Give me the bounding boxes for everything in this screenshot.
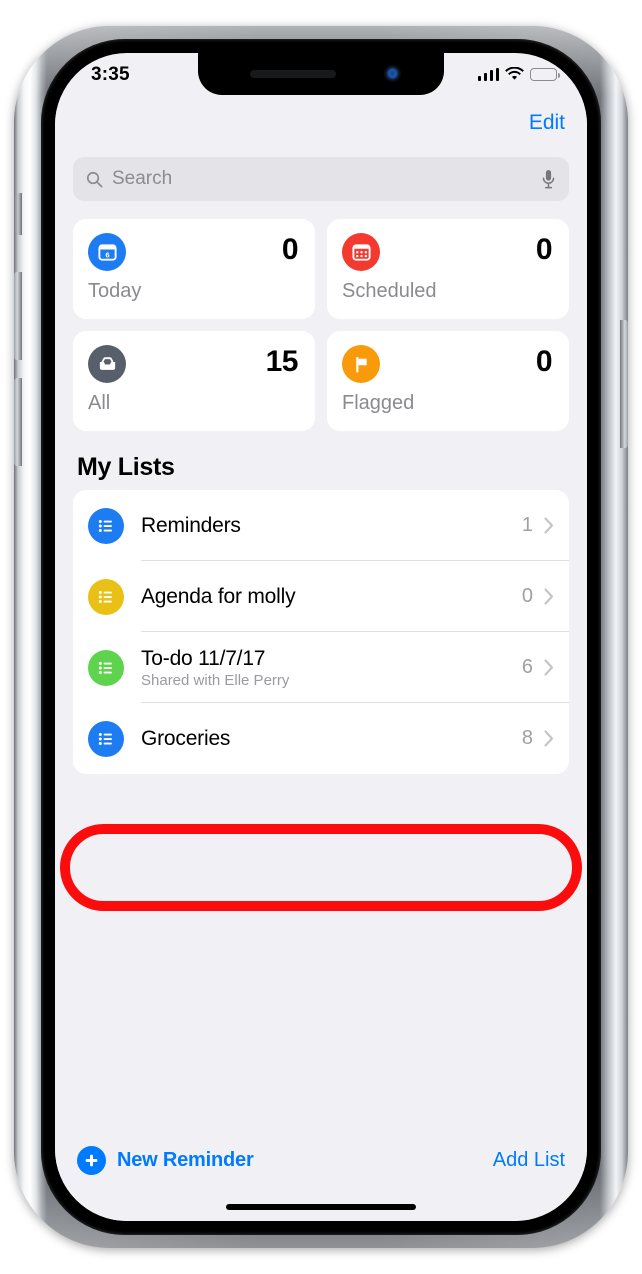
smart-card-count: 15 xyxy=(265,345,299,378)
reminders-app: Edit Search 6 0 Today 0 Scheduled 15 All… xyxy=(55,95,587,1221)
list-item-name: Reminders xyxy=(141,513,241,537)
list-item-count: 6 xyxy=(521,656,533,678)
list-item-reminders[interactable]: Reminders 1 xyxy=(73,490,569,561)
list-item-count: 8 xyxy=(521,727,533,749)
bottom-toolbar: New Reminder Add List xyxy=(55,1137,587,1183)
inbox-tray-icon xyxy=(88,345,126,383)
smart-card-count: 0 xyxy=(535,345,553,378)
smart-card-label: All xyxy=(88,392,111,414)
phone-screen: 3:35 Edit Search 6 0 Today 0 Scheduled 1… xyxy=(55,53,587,1221)
smart-card-label: Scheduled xyxy=(342,280,437,302)
status-indicators xyxy=(477,67,560,81)
smart-card-count: 0 xyxy=(281,233,299,266)
list-item-to-do[interactable]: To-do 11/7/17 Shared with Elle Perry 6 xyxy=(73,632,569,703)
svg-text:6: 6 xyxy=(105,250,109,259)
search-bar[interactable]: Search xyxy=(73,157,569,201)
smart-card-scheduled[interactable]: 0 Scheduled xyxy=(327,219,569,319)
navigation-bar: Edit xyxy=(55,95,587,151)
list-item-name: Groceries xyxy=(141,726,231,750)
screen-bezel: 3:35 Edit Search 6 0 Today 0 Scheduled 1… xyxy=(41,39,601,1235)
signal-bars-icon xyxy=(477,67,499,81)
list-item-agenda-for-molly[interactable]: Agenda for molly 0 xyxy=(73,561,569,632)
bulleted-list-icon xyxy=(88,507,124,544)
list-item-text: To-do 11/7/17 Shared with Elle Perry xyxy=(141,647,522,689)
edit-button[interactable]: Edit xyxy=(529,111,565,135)
bulleted-list-icon xyxy=(88,578,124,615)
list-item-subtitle: Shared with Elle Perry xyxy=(141,671,290,689)
battery-icon xyxy=(530,67,560,81)
phone-device-frame: 3:35 Edit Search 6 0 Today 0 Scheduled 1… xyxy=(14,26,628,1248)
flag-icon xyxy=(342,345,380,383)
chevron-right-icon xyxy=(544,659,554,676)
calendar-day-icon: 6 xyxy=(88,233,126,271)
display-notch xyxy=(198,53,444,95)
list-item-text: Groceries xyxy=(141,727,522,751)
smart-card-label: Today xyxy=(88,280,142,302)
smart-card-count: 0 xyxy=(535,233,553,266)
bulleted-list-icon xyxy=(88,720,124,757)
volume-down-button[interactable] xyxy=(14,378,22,466)
home-indicator[interactable] xyxy=(226,1204,416,1210)
volume-up-button[interactable] xyxy=(14,272,22,360)
new-reminder-button[interactable]: New Reminder xyxy=(77,1145,254,1175)
smart-card-all[interactable]: 15 All xyxy=(73,331,315,431)
calendar-grid-icon xyxy=(342,233,380,271)
list-item-count: 0 xyxy=(521,585,533,607)
power-button[interactable] xyxy=(620,320,628,448)
smart-card-flagged[interactable]: 0 Flagged xyxy=(327,331,569,431)
wifi-icon xyxy=(505,67,524,80)
plus-circle-icon xyxy=(77,1145,106,1175)
chevron-right-icon xyxy=(544,588,554,605)
my-lists-header: My Lists xyxy=(77,453,175,481)
search-input[interactable]: Search xyxy=(112,168,541,190)
chevron-right-icon xyxy=(544,730,554,747)
speaker-grille-icon xyxy=(250,70,336,78)
my-lists-card: Reminders 1 Agenda for molly 0 To-do 11/… xyxy=(73,490,569,774)
microphone-icon[interactable] xyxy=(541,169,556,189)
front-camera-icon xyxy=(385,66,400,81)
list-item-groceries[interactable]: Groceries 8 xyxy=(73,703,569,774)
chevron-right-icon xyxy=(544,517,554,534)
smart-lists-grid: 6 0 Today 0 Scheduled 15 All 0 Flagged xyxy=(73,219,569,431)
list-item-name: To-do 11/7/17 xyxy=(141,646,266,670)
smart-card-label: Flagged xyxy=(342,392,415,414)
smart-card-today[interactable]: 6 0 Today xyxy=(73,219,315,319)
new-reminder-label: New Reminder xyxy=(117,1148,254,1171)
status-time: 3:35 xyxy=(91,64,130,85)
bulleted-list-icon xyxy=(88,649,124,686)
mute-switch-button[interactable] xyxy=(15,193,22,235)
list-item-text: Reminders xyxy=(141,514,522,538)
add-list-button[interactable]: Add List xyxy=(493,1149,565,1172)
list-item-name: Agenda for molly xyxy=(141,584,296,608)
search-icon xyxy=(86,171,103,187)
list-item-count: 1 xyxy=(521,514,533,536)
list-item-text: Agenda for molly xyxy=(141,585,522,609)
